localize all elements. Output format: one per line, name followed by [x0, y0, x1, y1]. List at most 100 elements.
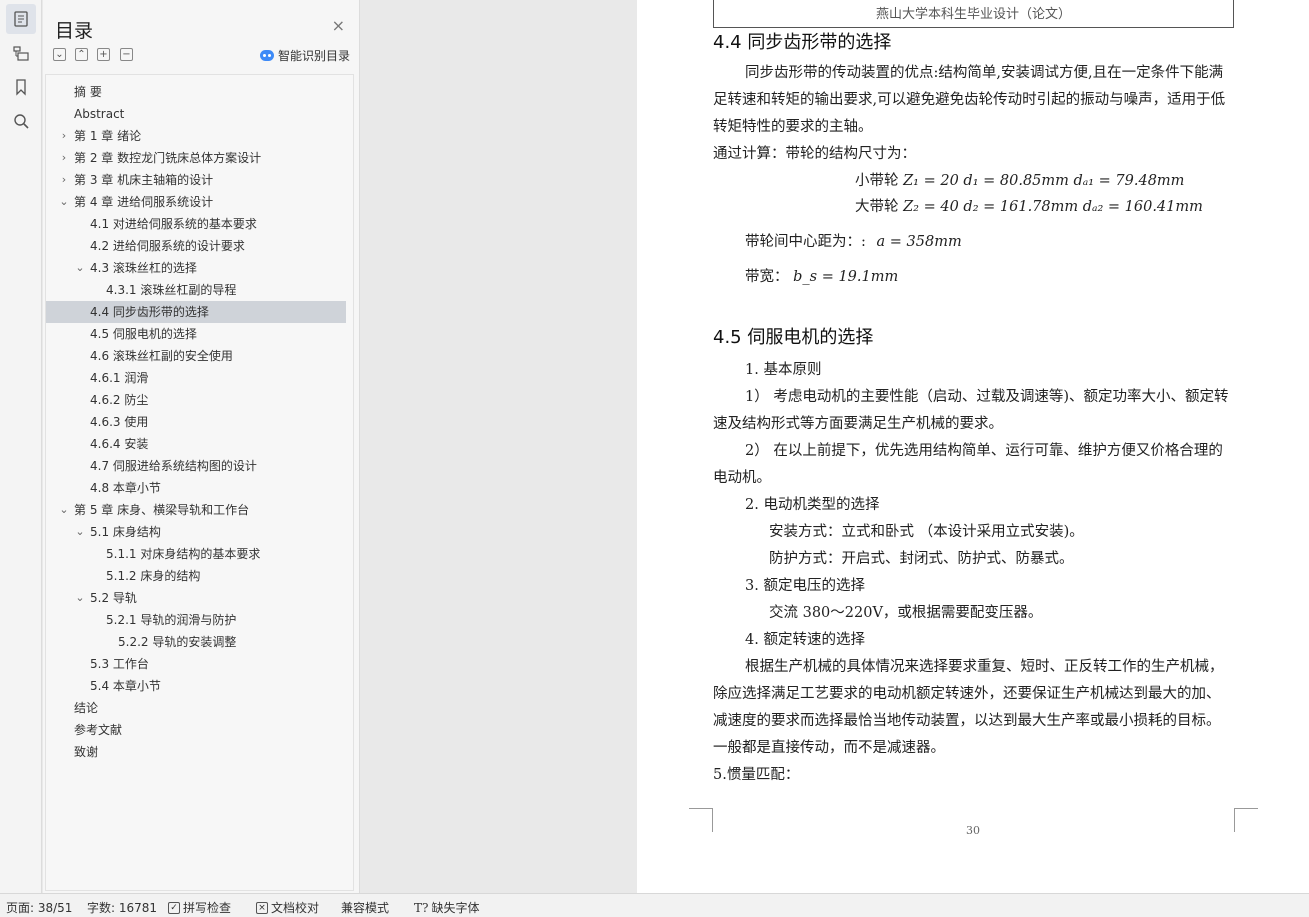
document-page: 燕山大学本科生毕业设计（论文） 4.4 同步齿形带的选择 同步齿形带的传动装置的… — [637, 0, 1309, 893]
smart-toc-button[interactable]: 智能识别目录 — [259, 47, 350, 64]
toc-item[interactable]: 4.6.2 防尘 — [46, 389, 353, 411]
toc-item[interactable]: 5.2.1 导轨的润滑与防护 — [46, 609, 353, 631]
page-header: 燕山大学本科生毕业设计（论文） — [875, 7, 1071, 22]
toc-item[interactable]: 5.1.1 对床身结构的基本要求 — [46, 543, 353, 565]
toc-item[interactable]: 4.5 伺服电机的选择 — [46, 323, 353, 345]
toc-item[interactable]: 致谢 — [46, 741, 353, 763]
formula-label: 带轮间中心距为：: — [745, 234, 866, 250]
chevron-down-icon[interactable]: ⌄ — [74, 257, 86, 279]
toc-item[interactable]: 参考文献 — [46, 719, 353, 741]
toc-item[interactable]: 5.4 本章小节 — [46, 675, 353, 697]
proofread-button[interactable]: × 文档校对 — [256, 899, 319, 916]
list-item: 交流 380～220V，或根据需要配变压器。 — [769, 605, 1043, 621]
formula-label: 小带轮 — [855, 173, 899, 189]
chevron-down-icon[interactable]: ⌄ — [58, 191, 70, 213]
word-count[interactable]: 字数: 16781 — [87, 899, 157, 916]
page-counter[interactable]: 页面: 38/51 — [6, 899, 72, 916]
toc-item[interactable]: ⌄ 第 4 章 进给伺服系统设计 — [46, 191, 353, 213]
toc-item[interactable]: 结论 — [46, 697, 353, 719]
toc-item-label: 5.3 工作台 — [90, 657, 149, 671]
list-item: 3. 额定电压的选择 — [745, 578, 865, 594]
compat-mode[interactable]: 兼容模式 — [341, 899, 389, 916]
toc-item-label: 5.2 导轨 — [90, 591, 137, 605]
toc-item[interactable]: 4.4 同步齿形带的选择 — [46, 301, 346, 323]
formula-label: 大带轮 — [855, 199, 899, 215]
formula-math: Z₁ = 20 d₁ = 80.85mm dₐ₁ = 79.48mm — [903, 173, 1185, 189]
toc-item[interactable]: 5.2.2 导轨的安装调整 — [46, 631, 353, 653]
toc-item-label: 第 3 章 机床主轴箱的设计 — [74, 173, 214, 187]
toc-item-label: 4.6.4 安装 — [90, 437, 149, 451]
toc-item-label: Abstract — [74, 107, 125, 121]
list-item: 防护方式：开启式、封闭式、防护式、防暴式。 — [769, 551, 1074, 567]
toc-list: 摘 要 Abstract › 第 1 章 绪论 › 第 2 章 数控龙门铣床总体方案设计 ›… — [46, 75, 353, 763]
chevron-right-icon[interactable]: › — [58, 147, 70, 169]
chevron-down-icon[interactable]: ⌄ — [58, 499, 70, 521]
toc-item[interactable]: 5.3 工作台 — [46, 653, 353, 675]
chevron-down-icon[interactable]: ⌄ — [74, 587, 86, 609]
toc-item[interactable]: 4.6.4 安装 — [46, 433, 353, 455]
toc-item-label: 5.1.2 床身的结构 — [106, 569, 201, 583]
toc-item-label: 4.6.3 使用 — [90, 415, 149, 429]
paragraph: 2） 在以上前提下，优先选用结构简单、运行可靠、维护方便又价格合理的电动机。 — [713, 443, 1223, 486]
add-heading-icon[interactable]: + — [97, 48, 110, 61]
paragraph: 5.惯量匹配： — [713, 767, 800, 783]
toc-item[interactable]: ⌄ 4.3 滚珠丝杠的选择 — [46, 257, 353, 279]
toc-item[interactable]: ⌄ 第 5 章 床身、横梁导轨和工作台 — [46, 499, 353, 521]
page-number: 30 — [966, 824, 980, 837]
formula-small-pulley: 小带轮 Z₁ = 20 d₁ = 80.85mm dₐ₁ = 79.48mm — [713, 168, 1234, 194]
search-icon[interactable] — [6, 106, 36, 136]
toc-header: 目录 × — [43, 0, 359, 44]
ai-robot-icon — [259, 50, 274, 61]
list-item: 4. 额定转速的选择 — [745, 632, 865, 648]
toc-item[interactable]: 5.1.2 床身的结构 — [46, 565, 353, 587]
paragraph: 1） 考虑电动机的主要性能（启动、过载及调速等)、额定功率大小、额定转速及结构形… — [713, 389, 1229, 432]
toc-item[interactable]: › 第 2 章 数控龙门铣床总体方案设计 — [46, 147, 353, 169]
formula-math: a = 358mm — [876, 234, 962, 250]
toc-item-label: 结论 — [74, 701, 99, 715]
paragraph: 同步齿形带的传动装置的优点:结构简单,安装调试方便,且在一定条件下能满足转速和转… — [713, 65, 1226, 135]
navigation-pane-icon[interactable] — [6, 38, 36, 68]
toc-item[interactable]: 摘 要 — [46, 81, 353, 103]
toc-item-label: 第 4 章 进给伺服系统设计 — [74, 195, 214, 209]
toc-item[interactable]: 4.7 伺服进给系统结构图的设计 — [46, 455, 353, 477]
toc-item[interactable]: Abstract — [46, 103, 353, 125]
checkbox-icon: ✓ — [168, 901, 180, 914]
bookmark-icon[interactable] — [6, 72, 36, 102]
outline-icon[interactable] — [6, 4, 36, 34]
formula-math: Z₂ = 40 d₂ = 161.78mm dₐ₂ = 160.41mm — [903, 199, 1203, 215]
expand-all-icon[interactable]: ⌄ — [53, 48, 66, 61]
toc-item-label: 5.1 床身结构 — [90, 525, 161, 539]
chevron-right-icon[interactable]: › — [58, 169, 70, 191]
chevron-down-icon[interactable]: ⌄ — [74, 521, 86, 543]
chevron-right-icon[interactable]: › — [58, 125, 70, 147]
toc-item[interactable]: 4.6.1 润滑 — [46, 367, 353, 389]
toc-item-label: 第 1 章 绪论 — [74, 129, 142, 143]
toc-item-label: 第 5 章 床身、横梁导轨和工作台 — [74, 503, 250, 517]
toc-item[interactable]: 4.8 本章小节 — [46, 477, 353, 499]
toc-item-label: 4.6.1 润滑 — [90, 371, 149, 385]
toc-item[interactable]: ⌄ 5.2 导轨 — [46, 587, 353, 609]
spell-check-button[interactable]: ✓ 拼写检查 — [168, 899, 231, 916]
toc-item[interactable]: 4.6 滚珠丝杠副的安全使用 — [46, 345, 353, 367]
heading-4-5: 4.5 伺服电机的选择 — [713, 327, 874, 348]
remove-heading-icon[interactable]: − — [120, 48, 133, 61]
formula-large-pulley: 大带轮 Z₂ = 40 d₂ = 161.78mm dₐ₂ = 160.41mm — [713, 194, 1234, 220]
proofread-icon: × — [256, 901, 268, 914]
toc-item[interactable]: › 第 1 章 绪论 — [46, 125, 353, 147]
missing-font-button[interactable]: T? 缺失字体 — [414, 899, 479, 916]
toc-item-label: 5.1.1 对床身结构的基本要求 — [106, 547, 261, 561]
proofread-label: 文档校对 — [271, 901, 320, 915]
toc-item[interactable]: 4.2 进给伺服系统的设计要求 — [46, 235, 353, 257]
toc-item[interactable]: 4.3.1 滚珠丝杠副的导程 — [46, 279, 353, 301]
toc-item[interactable]: 4.6.3 使用 — [46, 411, 353, 433]
toc-item-label: 4.1 对进给伺服系统的基本要求 — [90, 217, 257, 231]
toc-title: 目录 — [55, 20, 94, 42]
close-icon[interactable]: × — [332, 18, 345, 34]
page-body[interactable]: 4.4 同步齿形带的选择 同步齿形带的传动装置的优点:结构简单,安装调试方便,且… — [713, 28, 1234, 789]
paragraph: 根据生产机械的具体情况来选择要求重复、短时、正反转工作的生产机械，除应选择满足工… — [713, 659, 1224, 756]
document-canvas: 燕山大学本科生毕业设计（论文） 4.4 同步齿形带的选择 同步齿形带的传动装置的… — [361, 0, 1309, 893]
toc-item[interactable]: ⌄ 5.1 床身结构 — [46, 521, 353, 543]
collapse-all-icon[interactable]: ⌃ — [75, 48, 88, 61]
toc-item[interactable]: › 第 3 章 机床主轴箱的设计 — [46, 169, 353, 191]
toc-item[interactable]: 4.1 对进给伺服系统的基本要求 — [46, 213, 353, 235]
